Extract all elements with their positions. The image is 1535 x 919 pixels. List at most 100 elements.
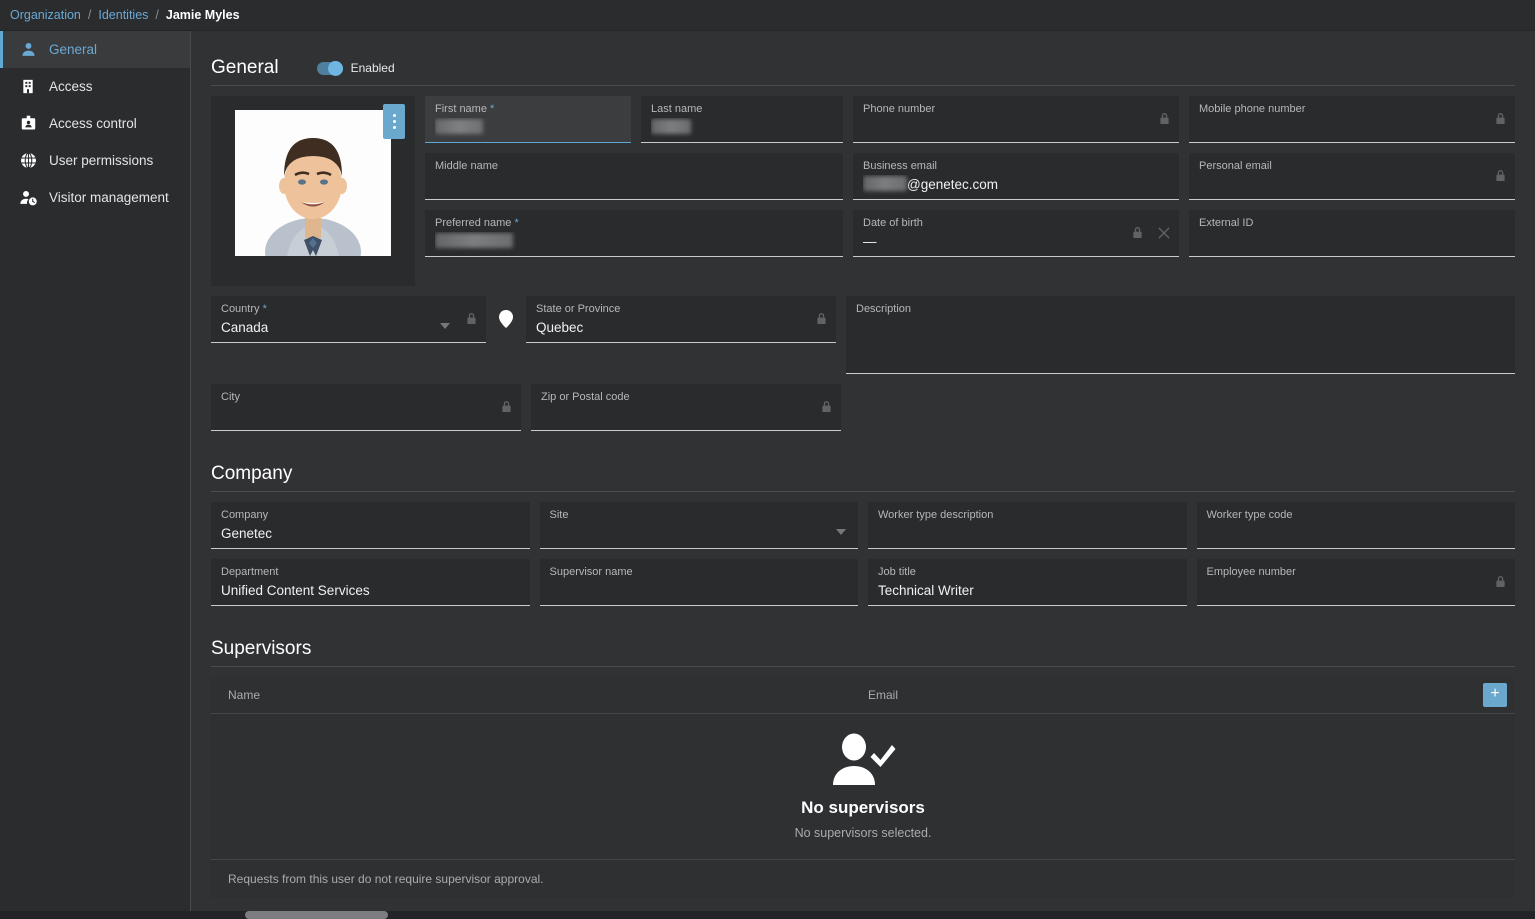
job-title-field[interactable]: Job title Technical Writer — [868, 559, 1187, 606]
add-supervisor-button[interactable]: + — [1483, 683, 1507, 707]
company-row-2: Department Unified Content Services Supe… — [211, 559, 1515, 606]
state-or-province-value: Quebec — [536, 320, 584, 335]
worker-type-code-field[interactable]: Worker type code — [1196, 502, 1515, 549]
company-field[interactable]: Company Genetec — [211, 502, 530, 549]
identity-top-row: First name * Last name Phone number Mobi… — [211, 96, 1515, 286]
enabled-toggle-group[interactable]: Enabled — [316, 60, 395, 76]
phone-number-label: Phone number — [863, 103, 936, 115]
building-icon — [17, 77, 39, 97]
business-email-value: @genetec.com — [863, 175, 1169, 195]
location-pin-icon[interactable] — [499, 310, 513, 333]
column-header-name: Name — [228, 688, 261, 702]
column-header-email: Email — [868, 688, 899, 702]
person-icon — [17, 40, 39, 60]
lock-icon — [466, 312, 477, 330]
middle-name-field[interactable]: Middle name — [425, 153, 843, 200]
sidebar-item-label: General — [49, 42, 98, 57]
date-of-birth-value: — — [863, 234, 877, 249]
supervisors-section-title: Supervisors — [211, 638, 312, 659]
first-name-value — [435, 118, 621, 138]
mobile-phone-number-label: Mobile phone number — [1199, 103, 1306, 115]
breadcrumb-separator: / — [155, 8, 159, 22]
supervisors-footer-note: Requests from this user do not require s… — [228, 872, 544, 886]
chevron-down-icon[interactable] — [836, 522, 846, 540]
phone-number-field[interactable]: Phone number — [853, 96, 1179, 143]
lock-icon — [1159, 112, 1170, 130]
lock-icon — [1495, 575, 1506, 593]
department-label: Department — [221, 566, 279, 578]
state-or-province-label: State or Province — [536, 303, 621, 315]
company-value: Genetec — [221, 526, 273, 541]
mobile-phone-number-field[interactable]: Mobile phone number — [1189, 96, 1515, 143]
sidebar-item-access[interactable]: Access — [0, 68, 190, 105]
middle-name-label: Middle name — [435, 160, 498, 172]
company-section-title: Company — [211, 463, 293, 484]
preferred-name-label: Preferred name * — [435, 217, 519, 229]
site-field[interactable]: Site — [539, 502, 858, 549]
sidebar-item-visitor-management[interactable]: Visitor management — [0, 179, 190, 216]
address-row: Country * Canada State or Province Quebe… — [211, 296, 1515, 374]
sidebar-item-label: Visitor management — [49, 190, 169, 205]
country-field[interactable]: Country * Canada — [211, 296, 486, 343]
country-value: Canada — [221, 320, 269, 335]
supervisor-name-field[interactable]: Supervisor name — [539, 559, 858, 606]
worker-type-description-label: Worker type description — [878, 509, 994, 521]
preferred-name-value — [435, 232, 833, 252]
job-title-value: Technical Writer — [878, 583, 974, 598]
enabled-toggle-label: Enabled — [350, 61, 395, 75]
department-field[interactable]: Department Unified Content Services — [211, 559, 530, 606]
personal-email-field[interactable]: Personal email — [1189, 153, 1515, 200]
horizontal-scrollbar-thumb[interactable] — [245, 911, 388, 919]
last-name-field[interactable]: Last name — [641, 96, 843, 143]
breadcrumb-separator: / — [87, 8, 92, 22]
lock-icon — [1132, 226, 1143, 244]
supervisors-empty-state: No supervisors No supervisors selected. — [211, 714, 1515, 860]
company-section-header: Company — [211, 463, 1515, 492]
business-email-field[interactable]: Business email @genetec.com — [853, 153, 1179, 200]
breadcrumb-current-page: Jamie Myles — [165, 8, 240, 22]
employee-number-label: Employee number — [1206, 566, 1296, 578]
first-name-field[interactable]: First name * — [425, 96, 631, 143]
worker-type-description-field[interactable]: Worker type description — [868, 502, 1187, 549]
employee-number-field[interactable]: Employee number — [1196, 559, 1515, 606]
sidebar-item-label: User permissions — [49, 153, 154, 168]
city-field[interactable]: City — [211, 384, 521, 431]
avatar[interactable] — [235, 110, 391, 256]
chevron-down-icon[interactable] — [440, 316, 450, 334]
general-section-header: General Enabled — [211, 31, 1515, 86]
external-id-field[interactable]: External ID — [1189, 210, 1515, 257]
close-icon[interactable] — [1158, 226, 1170, 244]
supervisors-section-header: Supervisors — [211, 638, 1515, 667]
empty-state-title: No supervisors — [801, 798, 925, 817]
sidebar-item-user-permissions[interactable]: User permissions — [0, 142, 190, 179]
state-or-province-field[interactable]: State or Province Quebec — [526, 296, 836, 343]
date-of-birth-field[interactable]: Date of birth — — [853, 210, 1179, 257]
date-of-birth-label: Date of birth — [863, 217, 923, 229]
sidebar-item-access-control[interactable]: Access control — [0, 105, 190, 142]
globe-icon — [17, 151, 39, 171]
external-id-label: External ID — [1199, 217, 1254, 229]
breadcrumb-link-organization[interactable]: Organization — [10, 8, 81, 22]
breadcrumb-link-identities[interactable]: Identities — [98, 8, 148, 22]
site-label: Site — [549, 509, 569, 521]
photo-options-button[interactable] — [383, 104, 405, 139]
preferred-name-field[interactable]: Preferred name * — [425, 210, 843, 257]
sidebar-item-label: Access — [49, 79, 93, 94]
city-zip-row: City Zip or Postal code — [211, 384, 1515, 431]
breadcrumb: Organization / Identities / Jamie Myles — [0, 0, 1535, 31]
first-name-label: First name * — [435, 103, 495, 115]
content-pane: General Enabled First name * Last name P… — [191, 31, 1535, 919]
enabled-toggle[interactable] — [316, 60, 343, 76]
user-check-icon — [830, 733, 896, 790]
identity-photo-card — [211, 96, 415, 286]
country-label: Country * — [221, 303, 267, 315]
city-label: City — [221, 391, 240, 403]
sidebar-item-general[interactable]: General — [0, 31, 190, 68]
business-email-label: Business email — [863, 160, 937, 172]
horizontal-scrollbar[interactable] — [0, 911, 1535, 919]
description-field[interactable]: Description — [846, 296, 1515, 374]
zip-or-postal-code-field[interactable]: Zip or Postal code — [531, 384, 841, 431]
description-label: Description — [856, 303, 912, 315]
lock-icon — [816, 312, 827, 330]
badge-icon — [17, 114, 39, 134]
